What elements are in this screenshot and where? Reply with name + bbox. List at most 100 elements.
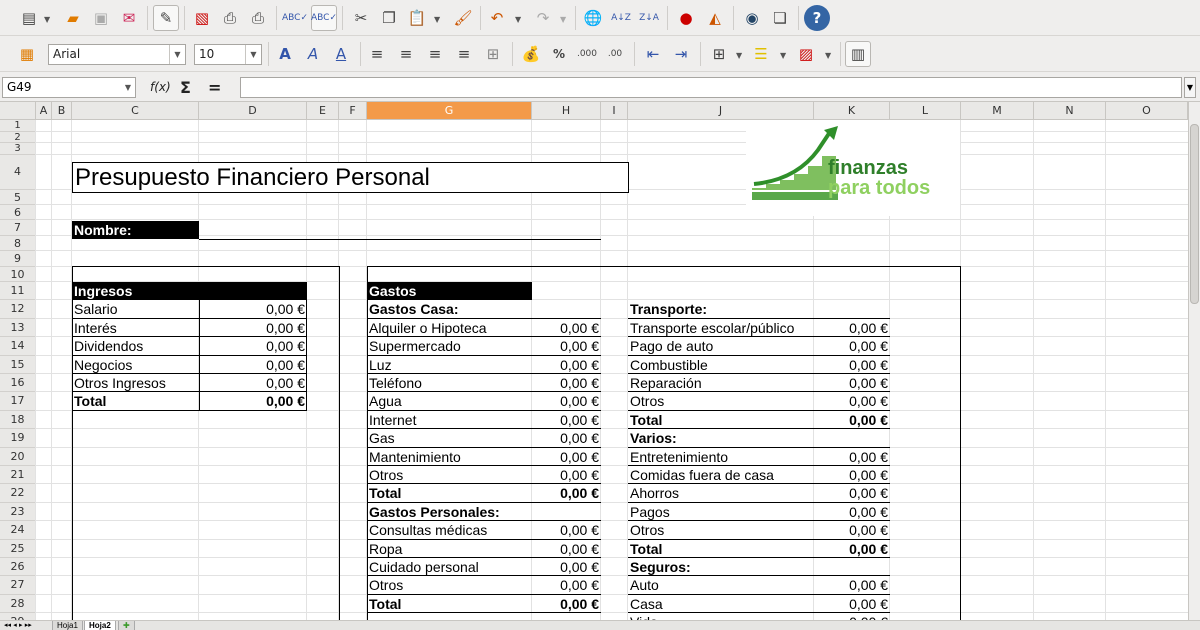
ingreso-label[interactable]: Interés xyxy=(72,319,199,337)
seguros-header[interactable]: Seguros: xyxy=(628,558,890,576)
name-box[interactable]: G49 ▼ xyxy=(2,77,136,98)
clone-format-icon[interactable]: 🖌 xyxy=(450,5,476,31)
varios-value[interactable]: 0,00 € xyxy=(814,448,890,466)
row-header-2[interactable]: 2 xyxy=(0,131,36,144)
transporte-header[interactable]: Transporte: xyxy=(628,300,890,318)
gastos-casa-label[interactable]: Luz xyxy=(367,356,532,374)
varios-value[interactable]: 0,00 € xyxy=(814,484,890,502)
scrollbar-thumb[interactable] xyxy=(1190,124,1199,304)
gastos-casa-label[interactable]: Internet xyxy=(367,411,532,429)
chevron-down-icon[interactable]: ▼ xyxy=(169,45,185,64)
column-header-n[interactable]: N xyxy=(1034,102,1106,120)
chevron-down-icon[interactable]: ▼ xyxy=(121,78,135,97)
row-header-13[interactable]: 13 xyxy=(0,318,36,338)
print-icon[interactable]: ⎙ xyxy=(217,5,243,31)
column-header-i[interactable]: I xyxy=(601,102,628,120)
gastos-casa-label[interactable]: Gas xyxy=(367,429,532,447)
transporte-value[interactable]: 0,00 € xyxy=(814,319,890,337)
chevron-down-icon[interactable]: ▼ xyxy=(245,45,261,64)
bold-icon[interactable]: A xyxy=(272,41,298,67)
row-header-16[interactable]: 16 xyxy=(0,374,36,393)
ingreso-label[interactable]: Salario xyxy=(72,300,199,318)
row-header-10[interactable]: 10 xyxy=(0,266,36,282)
datasource-icon[interactable]: ❏ xyxy=(767,5,793,31)
gastos-casa-header[interactable]: Gastos Casa: xyxy=(367,300,601,318)
underline-icon[interactable]: A xyxy=(328,41,354,67)
row-header-26[interactable]: 26 xyxy=(0,558,36,577)
column-header-d[interactable]: D xyxy=(199,102,307,120)
pdf-icon[interactable]: ▧ xyxy=(189,5,215,31)
row-header-21[interactable]: 21 xyxy=(0,466,36,485)
sort-desc-icon[interactable]: Z↓A xyxy=(636,5,662,31)
gallery-icon[interactable]: ◉ xyxy=(739,5,765,31)
chevron-down-icon[interactable]: ▼ xyxy=(515,15,521,24)
tab-hoja1[interactable]: Hoja1 xyxy=(52,621,83,630)
chevron-down-icon[interactable]: ▼ xyxy=(780,51,786,60)
merge-cells-icon[interactable]: ⊞ xyxy=(480,41,506,67)
gastos-casa-total-label[interactable]: Total xyxy=(367,484,532,502)
expand-formula-icon[interactable]: ▼ xyxy=(1184,77,1196,98)
ingreso-value[interactable]: 0,00 € xyxy=(199,319,307,337)
align-center-icon[interactable]: ≡ xyxy=(393,41,419,67)
gastos-casa-label[interactable]: Supermercado xyxy=(367,337,532,355)
gastos-personales-total-label[interactable]: Total xyxy=(367,595,532,613)
ingresos-total-value[interactable]: 0,00 € xyxy=(199,392,307,410)
transporte-label[interactable]: Pago de auto xyxy=(628,337,814,355)
background-color-icon[interactable]: ▨ xyxy=(793,41,819,67)
save-icon[interactable]: ▣ xyxy=(88,5,114,31)
gastos-casa-value[interactable]: 0,00 € xyxy=(532,374,601,392)
varios-label[interactable]: Otros xyxy=(628,521,814,539)
autospell-icon[interactable]: ABC✓ xyxy=(311,5,337,31)
column-header-a[interactable]: A xyxy=(36,102,52,120)
function-icon[interactable]: = xyxy=(208,78,221,97)
styles-icon[interactable]: ▦ xyxy=(14,41,40,67)
justify-icon[interactable]: ≡ xyxy=(451,41,477,67)
gastos-personales-label[interactable]: Ropa xyxy=(367,540,532,558)
seguros-value[interactable]: 0,00 € xyxy=(814,613,890,620)
cut-icon[interactable]: ✂ xyxy=(348,5,374,31)
transporte-total-label[interactable]: Total xyxy=(628,411,814,429)
percent-icon[interactable]: % xyxy=(546,41,572,67)
column-header-f[interactable]: F xyxy=(339,102,367,120)
column-header-l[interactable]: L xyxy=(890,102,961,120)
varios-header[interactable]: Varios: xyxy=(628,429,890,447)
gastos-personales-header[interactable]: Gastos Personales: xyxy=(367,503,601,521)
column-header-c[interactable]: C xyxy=(72,102,199,120)
help-icon[interactable]: ? xyxy=(804,5,830,31)
print-preview-icon[interactable]: ⎙ xyxy=(245,5,271,31)
varios-value[interactable]: 0,00 € xyxy=(814,466,890,484)
ingreso-value[interactable]: 0,00 € xyxy=(199,356,307,374)
chart-icon[interactable]: ● xyxy=(673,5,699,31)
gastos-casa-value[interactable]: 0,00 € xyxy=(532,356,601,374)
edit-icon[interactable]: ✎ xyxy=(153,5,179,31)
chevron-down-icon[interactable]: ▼ xyxy=(434,15,440,24)
italic-icon[interactable]: A xyxy=(300,41,326,67)
row-header-7[interactable]: 7 xyxy=(0,220,36,236)
undo-icon[interactable]: ↶ xyxy=(484,5,510,31)
paste-icon[interactable]: 📋 xyxy=(404,5,430,31)
row-header-22[interactable]: 22 xyxy=(0,484,36,503)
row-header-19[interactable]: 19 xyxy=(0,429,36,448)
spreadsheet-grid[interactable]: ABCDEFGHIJKLMNO 1 2 3 4 5 6 7 8 9 10 11 12 13 14 15 16 1… xyxy=(0,102,1188,620)
row-header-23[interactable]: 23 xyxy=(0,502,36,522)
decrease-indent-icon[interactable]: ⇤ xyxy=(640,41,666,67)
column-header-k[interactable]: K xyxy=(814,102,890,120)
seguros-value[interactable]: 0,00 € xyxy=(814,576,890,594)
export-icon[interactable]: ✉ xyxy=(116,5,142,31)
row-header-5[interactable]: 5 xyxy=(0,189,36,205)
row-header-14[interactable]: 14 xyxy=(0,337,36,356)
transporte-label[interactable]: Otros xyxy=(628,392,814,410)
open-icon[interactable]: ▰ xyxy=(60,5,86,31)
font-name-combo[interactable]: Arial ▼ xyxy=(48,44,186,65)
gastos-personales-value[interactable]: 0,00 € xyxy=(532,521,601,539)
transporte-value[interactable]: 0,00 € xyxy=(814,392,890,410)
gastos-casa-label[interactable]: Agua xyxy=(367,392,532,410)
ingresos-total-label[interactable]: Total xyxy=(72,392,199,410)
seguros-label[interactable]: Vida xyxy=(628,613,814,620)
gastos-casa-label[interactable]: Otros xyxy=(367,466,532,484)
sum-icon[interactable]: Σ xyxy=(180,78,191,97)
transporte-value[interactable]: 0,00 € xyxy=(814,337,890,355)
row-header-1[interactable]: 1 xyxy=(0,120,36,132)
row-header-20[interactable]: 20 xyxy=(0,447,36,466)
gastos-casa-label[interactable]: Mantenimiento xyxy=(367,448,532,466)
